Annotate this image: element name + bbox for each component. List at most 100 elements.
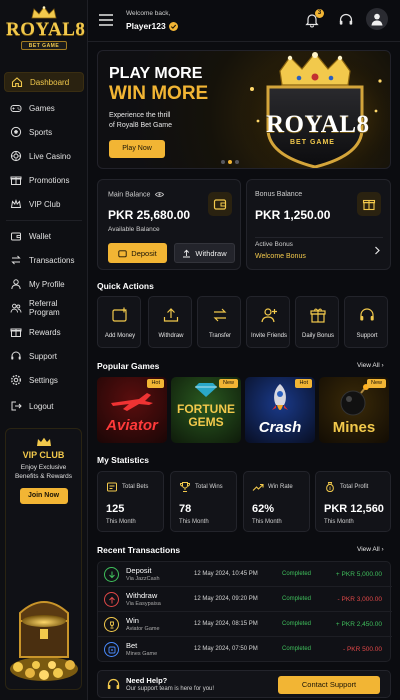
transfer-icon <box>213 308 227 322</box>
top-bar: Welcome back, Player123 3 <box>88 0 400 42</box>
banner-headline-1: PLAY MORE <box>109 65 203 82</box>
transactions-view-all[interactable]: View All › <box>357 546 384 553</box>
banner-desc-line1: Experience the thrill <box>109 112 171 119</box>
sidebar-item-logout[interactable]: Logout <box>4 396 84 416</box>
stat-card-total-profit: Total Profit PKR 12,560 This Month <box>315 471 391 532</box>
sidebar-item-dashboard[interactable]: Dashboard <box>4 72 84 92</box>
treasure-chest-icon <box>10 601 78 681</box>
user-icon <box>371 13 383 26</box>
game-tag: Hot <box>147 379 164 388</box>
wallet-icon-box <box>208 192 232 216</box>
carousel-dots <box>221 160 239 164</box>
sidebar-item-rewards[interactable]: Rewards <box>4 322 84 342</box>
game-card-aviator[interactable]: Aviator Hot <box>97 377 167 443</box>
sidebar-item-live-casino[interactable]: Live Casino <box>4 146 84 166</box>
quick-action-label: Daily Bonus <box>301 333 334 339</box>
brand-name: ROYAL8 <box>6 19 86 40</box>
tx-amount: + PKR 5,000.00 <box>335 571 382 578</box>
quick-action-label: Invite Friends <box>250 333 287 339</box>
quick-action-invite-friends[interactable]: Invite Friends <box>246 296 290 348</box>
table-row[interactable]: Win Aviator Game 12 May 2024, 08:15 PM C… <box>98 612 392 637</box>
sidebar-item-referral-program[interactable]: Referral Program <box>4 298 84 318</box>
tx-type: Bet <box>126 641 138 650</box>
bonus-balance-amount: PKR 1,250.00 <box>255 208 331 222</box>
hamburger-menu-icon[interactable] <box>98 13 114 27</box>
gem-icon <box>195 383 217 397</box>
quick-action-label: Support <box>356 333 378 339</box>
game-title: Aviator <box>106 417 158 434</box>
stat-value: 62% <box>252 503 275 515</box>
carousel-dot-active[interactable] <box>228 160 232 164</box>
sidebar-item-sports[interactable]: Sports <box>4 122 84 142</box>
tx-date: 12 May 2024, 08:15 PM <box>194 621 258 627</box>
sidebar-item-settings[interactable]: Settings <box>4 370 84 390</box>
football-icon <box>10 126 22 138</box>
sidebar-item-label: My Profile <box>29 279 65 289</box>
quick-action-add-money[interactable]: Add Money <box>97 296 141 348</box>
sidebar-item-wallet[interactable]: Wallet <box>4 226 84 246</box>
money-bag-icon <box>326 482 334 493</box>
table-row[interactable]: Bet Mines Game 12 May 2024, 07:50 PM Com… <box>98 637 392 662</box>
carousel-dot[interactable] <box>221 160 225 164</box>
brand-logo[interactable]: ROYAL8 BET GAME <box>6 6 86 60</box>
sidebar-item-label: Wallet <box>29 231 51 241</box>
avatar[interactable] <box>366 8 388 30</box>
carousel-dot[interactable] <box>235 160 239 164</box>
game-card-crash[interactable]: Crash Hot <box>245 377 315 443</box>
play-now-button[interactable]: Play Now <box>109 140 165 158</box>
sidebar-item-vip-club[interactable]: VIP Club <box>4 194 84 214</box>
airplane-icon <box>111 393 153 411</box>
quick-action-withdraw[interactable]: Withdraw <box>148 296 192 348</box>
sidebar-divider <box>6 220 82 221</box>
username: Player123 <box>126 21 178 31</box>
sidebar: ROYAL8 BET GAME Dashboard Games Sports L… <box>0 0 88 700</box>
sidebar-item-games[interactable]: Games <box>4 98 84 118</box>
gift-icon <box>10 176 22 185</box>
bonus-balance-card: Bonus Balance PKR 1,250.00 Active Bonus … <box>246 179 391 270</box>
gear-icon <box>10 374 22 386</box>
help-bar: Need Help? Our support team is here for … <box>97 670 391 698</box>
chevron-right-icon[interactable] <box>374 246 381 255</box>
deposit-button[interactable]: Deposit <box>108 243 167 263</box>
game-card-fortune-gems[interactable]: FORTUNE GEMS New <box>171 377 241 443</box>
headset-icon[interactable] <box>338 12 354 28</box>
divider <box>255 237 383 238</box>
stat-value: 125 <box>106 503 125 515</box>
tx-status: Completed <box>282 621 312 627</box>
main-balance-card: Main Balance PKR 25,680.00 Available Bal… <box>97 179 241 270</box>
sidebar-item-transactions[interactable]: Transactions <box>4 250 84 270</box>
upload-icon <box>183 249 191 257</box>
game-tag: New <box>218 379 238 388</box>
popular-games-view-all[interactable]: View All › <box>357 362 384 369</box>
eye-icon[interactable] <box>155 191 165 198</box>
table-row[interactable]: Deposit Via JazzCash 12 May 2024, 10:45 … <box>98 562 392 587</box>
quick-action-support[interactable]: Support <box>344 296 388 348</box>
sidebar-item-label: Transactions <box>29 255 75 265</box>
sidebar-item-support[interactable]: Support <box>4 346 84 366</box>
tx-via: Via Easypaisa <box>126 601 161 607</box>
table-row[interactable]: Withdraw Via Easypaisa 12 May 2024, 09:2… <box>98 587 392 612</box>
active-bonus-value[interactable]: Welcome Bonus <box>255 253 306 260</box>
sidebar-item-label: Games <box>29 103 55 113</box>
quick-action-daily-bonus[interactable]: Daily Bonus <box>295 296 339 348</box>
royal8-shield-logo-icon <box>240 51 390 168</box>
banner-logo-name: ROYAL8 <box>266 111 370 138</box>
recent-transactions-title: Recent Transactions <box>97 545 181 555</box>
bet-icon <box>104 642 119 657</box>
game-card-mines[interactable]: Mines New <box>319 377 389 443</box>
welcome-text: Welcome back, <box>126 10 171 17</box>
join-now-button[interactable]: Join Now <box>19 488 68 504</box>
promo-banner[interactable]: PLAY MORE WIN MORE Experience the thrill… <box>97 50 391 169</box>
withdraw-button[interactable]: Withdraw <box>174 243 235 263</box>
verified-badge-icon <box>168 21 178 31</box>
popular-games-title: Popular Games <box>97 361 160 371</box>
vip-club-promo: VIP CLUB Enjoy Exclusive Benefits & Rewa… <box>5 428 82 690</box>
brand-tagline: BET GAME <box>21 41 67 50</box>
sidebar-item-label: Referral Program <box>29 299 60 317</box>
quick-action-transfer[interactable]: Transfer <box>197 296 241 348</box>
gift-icon <box>10 328 22 337</box>
contact-support-button[interactable]: Contact Support <box>278 676 380 694</box>
sidebar-item-label: VIP Club <box>29 199 61 209</box>
sidebar-item-promotions[interactable]: Promotions <box>4 170 84 190</box>
sidebar-item-my-profile[interactable]: My Profile <box>4 274 84 294</box>
